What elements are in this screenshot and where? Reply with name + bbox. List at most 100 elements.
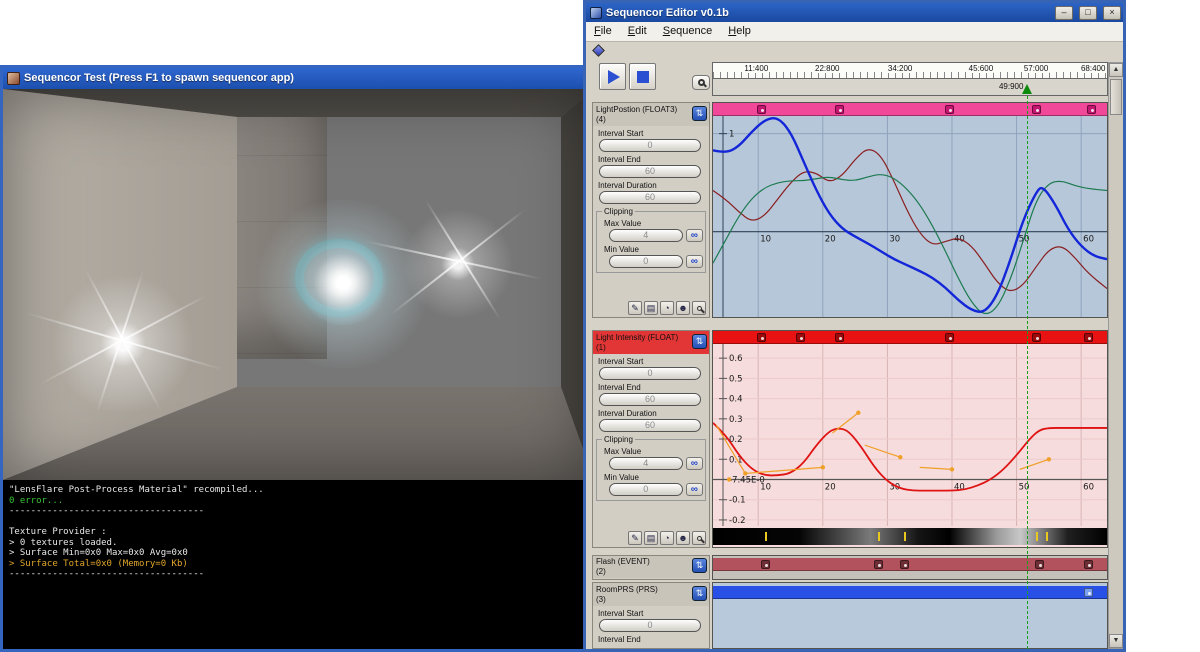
curve-intensity[interactable] <box>713 423 1107 491</box>
track-toggle-button[interactable]: ⇅ <box>692 586 707 601</box>
tangent-handle[interactable] <box>1047 457 1051 461</box>
keyframe-marker[interactable] <box>1032 105 1041 114</box>
track-bar[interactable] <box>713 558 1107 571</box>
keyframe-marker[interactable] <box>1087 105 1096 114</box>
playhead-marker[interactable] <box>1022 84 1032 94</box>
min-value-input[interactable]: 0 <box>609 483 683 496</box>
edit-icon[interactable]: ✎ <box>628 301 642 315</box>
menu-edit[interactable]: Edit <box>620 22 655 41</box>
edit-icon[interactable]: ✎ <box>628 531 642 545</box>
interval-start-input[interactable]: 0 <box>599 139 701 152</box>
interval-end-input[interactable]: 60 <box>599 393 701 406</box>
max-infinity-button[interactable]: ∞ <box>686 457 703 470</box>
menu-file[interactable]: File <box>586 22 620 41</box>
track-toggle-button[interactable]: ⇅ <box>692 106 707 121</box>
3d-viewport[interactable] <box>3 89 594 480</box>
max-value-input[interactable]: 4 <box>609 229 683 242</box>
clock-icon[interactable]: ◔ <box>660 301 674 315</box>
infinity-icon: ∞ <box>691 230 698 241</box>
interval-start-input[interactable]: 0 <box>599 367 701 380</box>
track-toggle-button[interactable]: ⇅ <box>692 558 707 573</box>
clock-icon[interactable]: ◔ <box>660 531 674 545</box>
timeline-playhead-row[interactable]: 49:900 <box>712 79 1108 96</box>
keyframe-marker[interactable] <box>1035 560 1044 569</box>
keyframe-marker[interactable] <box>757 333 766 342</box>
track-bar[interactable] <box>713 103 1107 116</box>
track-bar[interactable] <box>713 586 1107 599</box>
minimize-button[interactable]: – <box>1055 6 1073 20</box>
curve-x[interactable] <box>713 150 1107 291</box>
axis-label: 10 <box>760 482 771 492</box>
track-header[interactable]: LightPostion (FLOAT3) (4) ⇅ <box>593 103 709 126</box>
track-header[interactable]: Light Intensity (FLOAT) (1) ⇅ <box>593 331 709 354</box>
maximize-button[interactable]: □ <box>1079 6 1097 20</box>
close-button[interactable]: × <box>1103 6 1121 20</box>
user-icon[interactable]: ☻ <box>676 301 690 315</box>
keyframe-marker[interactable] <box>761 560 770 569</box>
left-window-titlebar[interactable]: Sequencor Test (Press F1 to spawn sequen… <box>3 68 594 89</box>
keyframe-marker[interactable] <box>796 333 805 342</box>
scroll-up-button[interactable]: ▲ <box>1109 63 1123 77</box>
tangent-handle[interactable] <box>727 477 731 481</box>
keyframe-marker[interactable] <box>757 105 766 114</box>
track-header[interactable]: RoomPRS (PRS) (3) ⇅ <box>593 583 709 606</box>
play-button[interactable] <box>599 63 626 90</box>
scrollbar-thumb[interactable] <box>1110 79 1122 115</box>
zoom-button[interactable] <box>692 75 710 90</box>
chart-line <box>1020 459 1049 469</box>
keyframe-marker[interactable] <box>835 105 844 114</box>
user-icon[interactable]: ☻ <box>676 531 690 545</box>
infinity-icon: ∞ <box>691 256 698 267</box>
track-toggle-button[interactable]: ⇅ <box>692 334 707 349</box>
palette-icon[interactable]: ▤ <box>644 531 658 545</box>
search-icon-button[interactable] <box>692 301 706 315</box>
track-area-roomprs[interactable] <box>712 582 1108 649</box>
vertical-scrollbar[interactable]: ▲ ▼ <box>1108 62 1123 649</box>
sequencor-editor-window: Sequencor Editor v0.1b – □ × File Edit S… <box>583 0 1126 652</box>
max-value-input[interactable]: 4 <box>609 457 683 470</box>
keyframe-marker[interactable] <box>1084 333 1093 342</box>
min-infinity-button[interactable]: ∞ <box>686 255 703 268</box>
scroll-down-button[interactable]: ▼ <box>1109 634 1123 648</box>
keyframe-marker[interactable] <box>900 560 909 569</box>
track-bar[interactable] <box>713 331 1107 344</box>
tangent-handle[interactable] <box>856 411 860 415</box>
interval-start-input[interactable]: 0 <box>599 619 701 632</box>
keyframe-marker[interactable] <box>1032 333 1041 342</box>
editor-titlebar[interactable]: Sequencor Editor v0.1b – □ × <box>586 3 1123 22</box>
min-value-input[interactable]: 0 <box>609 255 683 268</box>
tangent-handle[interactable] <box>950 467 954 471</box>
menu-sequence[interactable]: Sequence <box>655 22 721 41</box>
app-icon <box>7 72 20 85</box>
search-icon-button[interactable] <box>692 531 706 545</box>
keyframe-marker[interactable] <box>874 560 883 569</box>
keyframe-marker[interactable] <box>835 333 844 342</box>
min-infinity-button[interactable]: ∞ <box>686 483 703 496</box>
interval-end-input[interactable]: 60 <box>599 165 701 178</box>
interval-duration-label: Interval Duration <box>598 181 709 190</box>
curve-editor-lightposition[interactable]: 1102030405060 <box>712 102 1108 318</box>
keyframe-marker[interactable] <box>1084 588 1093 597</box>
keyframe-marker[interactable] <box>945 333 954 342</box>
menu-help[interactable]: Help <box>720 22 759 41</box>
viewport-vignette <box>3 89 594 480</box>
interval-duration-input[interactable]: 60 <box>599 191 701 204</box>
stop-button[interactable] <box>629 63 656 90</box>
event-area-flash[interactable] <box>712 555 1108 580</box>
console-line: > 0 textures loaded. <box>9 538 588 549</box>
tangent-handle[interactable] <box>898 455 902 459</box>
compass-icon[interactable] <box>592 44 605 57</box>
tangent-handle[interactable] <box>821 465 825 469</box>
timeline-ruler[interactable]: 11:40022:80034:20045:60057:00068:400 <box>712 62 1108 79</box>
keyframe-marker[interactable] <box>1084 560 1093 569</box>
axis-label: -0.2 <box>729 516 746 526</box>
max-infinity-button[interactable]: ∞ <box>686 229 703 242</box>
tangent-handle[interactable] <box>743 471 747 475</box>
palette-icon[interactable]: ▤ <box>644 301 658 315</box>
interval-duration-input[interactable]: 60 <box>599 419 701 432</box>
axis-label: 20 <box>825 482 836 492</box>
track-header[interactable]: Flash (EVENT) (2) ⇅ <box>593 556 709 578</box>
curve-editor-lightintensity[interactable]: 0.60.50.40.30.20.1-7.45E-0-0.1-0.2102030… <box>712 330 1108 548</box>
keyframe-marker[interactable] <box>945 105 954 114</box>
axis-label: 1 <box>729 130 734 140</box>
